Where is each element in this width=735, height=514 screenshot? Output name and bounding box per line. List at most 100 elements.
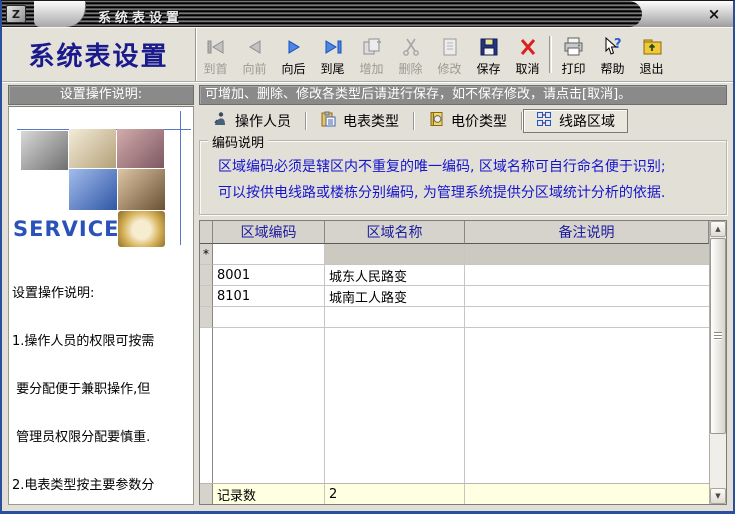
tab-meter-types[interactable]: 电表类型: [307, 109, 412, 133]
print-icon: [562, 35, 586, 59]
instruction-line: 设置操作说明:: [12, 286, 191, 302]
photo-pocket-watch: [118, 211, 165, 247]
system-menu-icon[interactable]: Z: [6, 5, 26, 23]
toolbar-button-label: 修改: [437, 60, 461, 77]
toolbar-button-add[interactable]: 增加: [352, 28, 391, 81]
tab-separator: [305, 112, 306, 130]
cell-area-name[interactable]: [325, 244, 465, 265]
toolbar-separator: [549, 36, 552, 73]
tab-line-areas[interactable]: 线路区域: [523, 109, 628, 133]
toolbar-button-last[interactable]: 到尾: [313, 28, 352, 81]
delete-record-icon: [399, 35, 423, 59]
toolbar-button-label: 打印: [561, 60, 585, 77]
next-record-icon: [282, 35, 306, 59]
cell-area-name[interactable]: [325, 307, 465, 328]
grid-column-line: [325, 328, 465, 483]
sidebar-header: 设置操作说明:: [8, 85, 194, 105]
line-area-icon: [536, 111, 552, 131]
photo-pen: [69, 129, 116, 168]
cell-remark[interactable]: [465, 307, 709, 328]
code-description-groupbox: 编码说明 区域编码必须是辖区内不重复的唯一编码, 区域名称可自行命名便于识别; …: [199, 140, 727, 215]
scrollbar-thumb[interactable]: [710, 238, 726, 434]
cell-area-code[interactable]: [213, 307, 325, 328]
instruction-line: 要分配便于兼职操作,但: [12, 382, 191, 398]
cell-area-code[interactable]: [213, 244, 325, 265]
tab-price-types[interactable]: 电价类型: [415, 109, 520, 133]
toolbar-button-next[interactable]: 向后: [274, 28, 313, 81]
toolbar-button-delete[interactable]: 删除: [391, 28, 430, 81]
toolbar-button-help[interactable]: ? 帮助: [593, 28, 632, 81]
grid-row[interactable]: 8001 城东人民路变: [200, 265, 709, 286]
toolbar-button-exit[interactable]: 退出: [632, 28, 671, 81]
summary-remark: [465, 484, 709, 504]
cell-remark[interactable]: [465, 244, 709, 265]
save-icon: [477, 35, 501, 59]
scrollbar-track[interactable]: [710, 434, 726, 488]
tab-label: 电表类型: [343, 111, 399, 131]
row-selector[interactable]: [200, 286, 213, 307]
modify-record-icon: [438, 35, 462, 59]
grid-column-line: [213, 328, 325, 483]
cell-area-name[interactable]: 城东人民路变: [325, 265, 465, 286]
scroll-up-icon[interactable]: ▲: [710, 221, 726, 237]
grid-column-line: [200, 328, 213, 483]
record-count-value: 2: [325, 484, 465, 504]
toolbar-button-label: 保存: [476, 60, 500, 77]
photo-stapler: [21, 131, 68, 170]
toolbar-button-modify[interactable]: 修改: [430, 28, 469, 81]
tab-label: 操作人员: [235, 111, 291, 131]
toolbar-button-label: 增加: [359, 60, 383, 77]
record-count-label: 记录数: [213, 484, 325, 504]
row-selector-header: [200, 221, 213, 244]
row-selector[interactable]: [200, 265, 213, 286]
toolbar-button-label: 到首: [203, 60, 227, 77]
groupbox-note-line: 区域编码必须是辖区内不重复的唯一编码, 区域名称可自行命名便于识别;: [210, 154, 716, 180]
sidebar-body: SERVICE 设置操作说明: 1.操作人员的权限可按需 要分配便于兼职操作,但…: [8, 106, 194, 505]
cancel-icon: [516, 35, 540, 59]
grid-empty-space: [200, 328, 709, 483]
summary-row-selector: [200, 484, 213, 504]
column-header-area-name[interactable]: 区域名称: [325, 221, 465, 244]
scrollbar-grip: [714, 332, 722, 340]
cell-remark[interactable]: [465, 286, 709, 307]
cell-area-name[interactable]: 城南工人路变: [325, 286, 465, 307]
row-selector[interactable]: [200, 307, 213, 328]
help-icon: ?: [601, 35, 625, 59]
app-window: Z 系统表设置 × 系统表设置 到首 向前 向后 到尾 增加 删: [0, 0, 735, 514]
grid-row[interactable]: 8101 城南工人路变: [200, 286, 709, 307]
cell-remark[interactable]: [465, 265, 709, 286]
close-icon[interactable]: ×: [705, 5, 723, 23]
scroll-down-icon[interactable]: ▼: [710, 488, 726, 504]
save-hint-bar: 可增加、删除、修改各类型后请进行保存，如不保存修改，请点击[取消]。: [199, 85, 727, 105]
column-header-area-code[interactable]: 区域编码: [213, 221, 325, 244]
toolbar-button-label: 到尾: [320, 60, 344, 77]
tab-label: 电价类型: [451, 111, 507, 131]
groupbox-note-line: 可以按供电线路或楼栋分别编码, 为管理系统提供分区域统计分析的依据.: [210, 180, 716, 206]
grid-body: 区域编码 区域名称 备注说明 * 8001 城东人民路变: [200, 221, 709, 504]
toolbar-button-label: 向前: [242, 60, 266, 77]
column-header-remark[interactable]: 备注说明: [465, 221, 709, 244]
exit-icon: [640, 35, 664, 59]
toolbar-button-save[interactable]: 保存: [469, 28, 508, 81]
window-title: 系统表设置: [98, 7, 183, 26]
sidebar: 设置操作说明: SERVICE 设置操作说明: 1.操作人员的权限可按需: [8, 85, 194, 505]
tab-operators[interactable]: 操作人员: [199, 109, 304, 133]
toolbar-button-label: 帮助: [600, 60, 624, 77]
instruction-line: 1.操作人员的权限可按需: [12, 334, 191, 350]
grid-header-row: 区域编码 区域名称 备注说明: [200, 221, 709, 244]
toolbar-button-first[interactable]: 到首: [196, 28, 235, 81]
grid-new-row[interactable]: *: [200, 244, 709, 265]
cell-area-code[interactable]: 8001: [213, 265, 325, 286]
toolbar-button-prev[interactable]: 向前: [235, 28, 274, 81]
cell-area-code[interactable]: 8101: [213, 286, 325, 307]
add-record-icon: [360, 35, 384, 59]
toolbar-button-label: 取消: [515, 60, 539, 77]
operation-instructions: 设置操作说明: 1.操作人员的权限可按需 要分配便于兼职操作,但 管理员权限分配…: [9, 249, 193, 505]
grid-column-line: [465, 328, 709, 483]
vertical-scrollbar[interactable]: ▲ ▼: [709, 221, 726, 504]
grid-empty-row[interactable]: [200, 307, 709, 328]
photo-writing: [118, 169, 165, 210]
toolbar-button-cancel[interactable]: 取消: [508, 28, 547, 81]
photo-keyboard: [69, 169, 117, 210]
toolbar-button-print[interactable]: 打印: [554, 28, 593, 81]
